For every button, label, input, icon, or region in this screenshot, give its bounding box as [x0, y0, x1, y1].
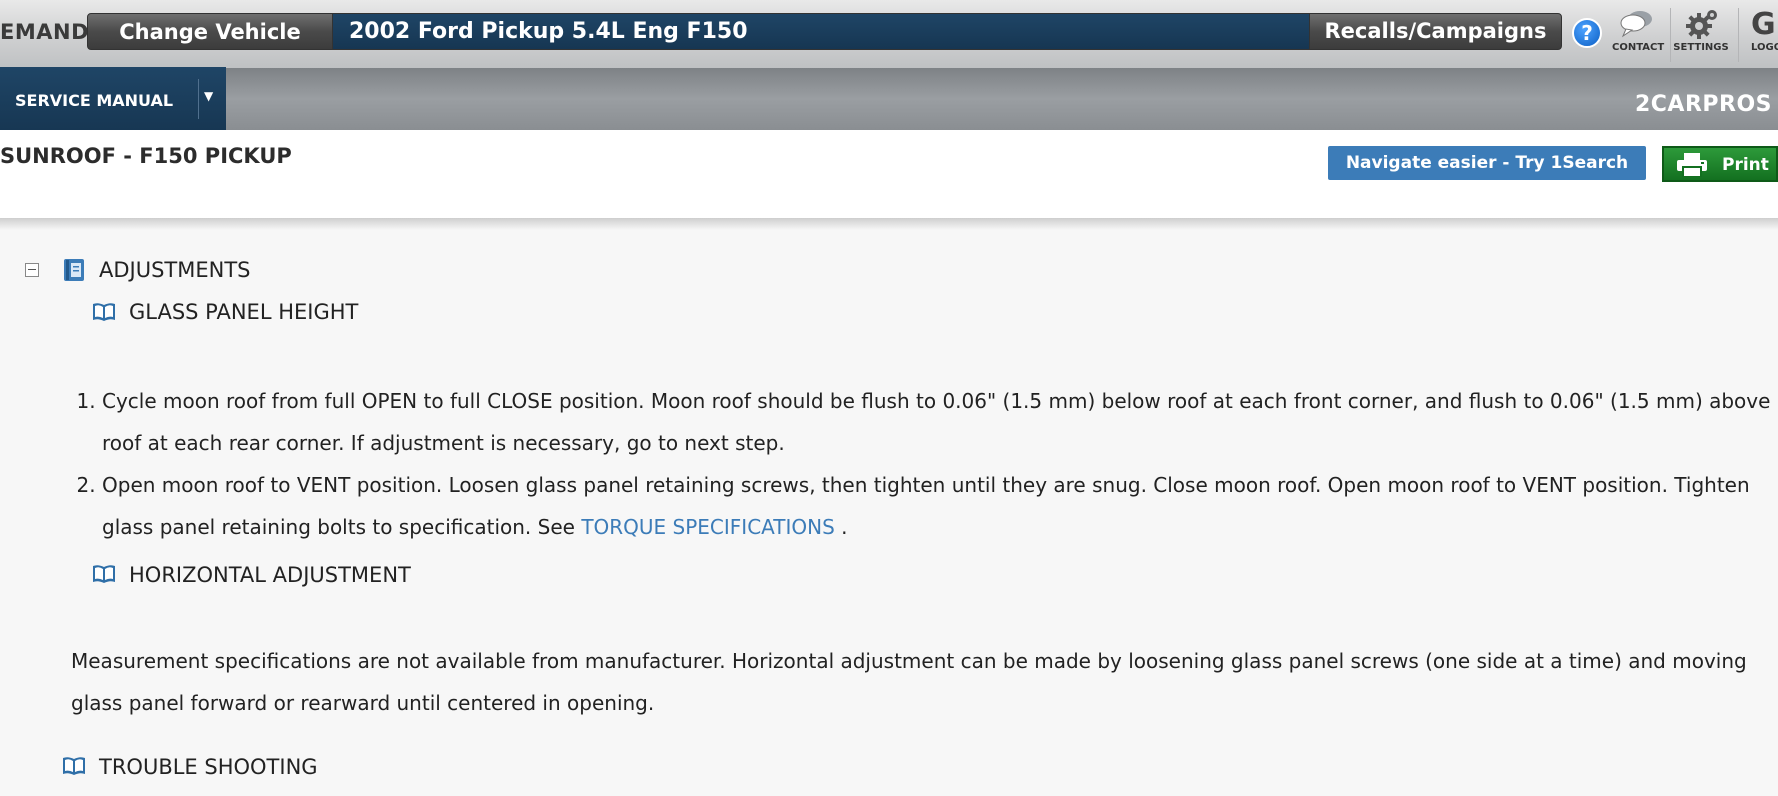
- blue-book-icon: [63, 258, 85, 286]
- tree-node-adjustments[interactable]: ADJUSTMENTS: [99, 258, 251, 282]
- collapse-toggle-icon[interactable]: [25, 263, 39, 277]
- section-trouble-shooting[interactable]: TROUBLE SHOOTING: [99, 755, 318, 779]
- contact-label: CONTACT: [1612, 42, 1665, 53]
- recalls-campaigns-button[interactable]: Recalls/Campaigns: [1309, 13, 1562, 50]
- logout-icon: G: [1751, 8, 1776, 42]
- horizontal-adjustment-text: Measurement specifications are not avail…: [71, 649, 1747, 715]
- chevron-down-icon[interactable]: ▼: [204, 89, 213, 103]
- instruction-steps: Cycle moon roof from full OPEN to full C…: [70, 380, 1778, 548]
- menu-divider: [198, 79, 199, 119]
- step-2-end: .: [841, 515, 848, 539]
- section-glass-panel-height[interactable]: GLASS PANEL HEIGHT: [129, 300, 358, 324]
- help-icon[interactable]: ?: [1572, 18, 1602, 48]
- change-vehicle-button[interactable]: Change Vehicle: [87, 13, 333, 50]
- open-book-icon: [62, 756, 86, 780]
- printer-icon: [1676, 153, 1708, 182]
- settings-label: SETTINGS: [1673, 42, 1729, 53]
- open-book-icon: [92, 302, 116, 326]
- step-2: Open moon roof to VENT position. Loosen …: [102, 464, 1778, 548]
- page-title: SUNROOF - F150 PICKUP: [0, 144, 292, 168]
- nav-band: [0, 68, 1778, 130]
- logout-button[interactable]: G LOGO: [1738, 8, 1778, 62]
- search-plus-button[interactable]: Navigate easier - Try 1Search Plus: [1328, 146, 1646, 207]
- print-label: Print: [1722, 155, 1769, 175]
- chat-bubble-icon: [1612, 8, 1660, 42]
- title-bar-shadow: [0, 218, 1778, 230]
- service-manual-menu[interactable]: SERVICE MANUAL ▼: [0, 67, 226, 130]
- brand-logo-text: EMAND: [0, 20, 90, 44]
- step-2-text: Open moon roof to VENT position. Loosen …: [102, 473, 1750, 539]
- torque-specifications-link[interactable]: TORQUE SPECIFICATIONS: [581, 515, 835, 539]
- selected-vehicle: 2002 Ford Pickup 5.4L Eng F150: [333, 13, 1309, 50]
- site-logo-text: 2CARPROS: [1634, 92, 1772, 117]
- section-horizontal-adjustment[interactable]: HORIZONTAL ADJUSTMENT: [129, 563, 411, 587]
- print-button[interactable]: Print: [1662, 146, 1778, 182]
- service-manual-label: SERVICE MANUAL: [15, 91, 174, 110]
- logout-label: LOGO: [1751, 42, 1778, 53]
- step-1: Cycle moon roof from full OPEN to full C…: [102, 380, 1778, 464]
- settings-button[interactable]: SETTINGS: [1670, 8, 1731, 62]
- contact-button[interactable]: CONTACT: [1612, 8, 1665, 62]
- open-book-icon: [92, 564, 116, 588]
- gear-icon: [1671, 8, 1731, 42]
